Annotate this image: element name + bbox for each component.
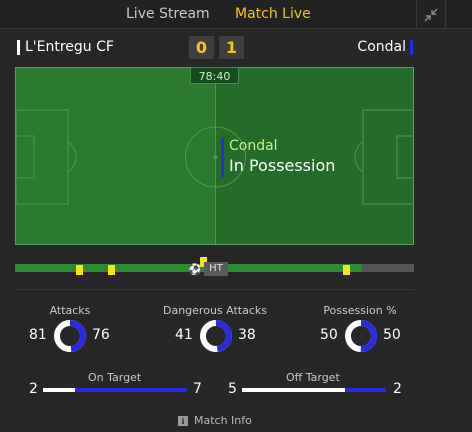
on-target-away-fill <box>75 388 187 392</box>
attacks-label: Attacks <box>49 304 91 317</box>
away-team-name: Condal <box>357 39 406 55</box>
info-icon: i <box>178 415 188 426</box>
match-info-label: Match Info <box>194 414 252 427</box>
off-target-away: 2 <box>393 381 402 397</box>
dangerous-attacks-label: Dangerous Attacks <box>163 304 267 317</box>
collapse-button[interactable] <box>416 0 445 29</box>
yellow-card-marker <box>107 265 115 275</box>
possession-home: 50 <box>320 327 338 343</box>
match-info-link[interactable]: i Match Info <box>178 414 252 427</box>
halftime-marker: HT <box>204 262 228 276</box>
attacks-ring <box>54 320 86 352</box>
collapse-arrows-icon <box>424 8 438 21</box>
off-target-away-fill <box>344 388 386 392</box>
away-score: 1 <box>219 36 244 59</box>
top-right-spacer <box>445 0 472 29</box>
dangerous-attacks-away: 38 <box>238 327 256 343</box>
possession-team: Condal <box>229 138 278 154</box>
away-team-color-bar <box>410 40 413 55</box>
on-target-home: 2 <box>29 381 38 397</box>
football-icon: ⚽ <box>188 263 202 276</box>
tab-live-stream[interactable]: Live Stream <box>126 6 210 22</box>
pitch <box>15 67 414 245</box>
on-target-away: 7 <box>193 381 202 397</box>
possession-color-bar <box>221 137 224 177</box>
attacks-home: 81 <box>29 327 47 343</box>
on-target-label: On Target <box>88 371 142 384</box>
attacks-away: 76 <box>92 327 110 343</box>
possession-away: 50 <box>383 327 401 343</box>
yellow-card-marker <box>343 265 351 275</box>
divider <box>15 289 414 290</box>
home-score: 0 <box>189 36 214 59</box>
home-team-name: L'Entregu CF <box>25 39 114 55</box>
possession-ring <box>345 320 377 352</box>
off-target-home: 5 <box>228 381 237 397</box>
tab-match-live[interactable]: Match Live <box>235 6 311 22</box>
match-clock: 78:40 <box>190 67 239 84</box>
dangerous-attacks-home: 41 <box>175 327 193 343</box>
top-bar: Live Stream Match Live <box>0 0 472 29</box>
pitch-markings <box>16 68 413 244</box>
possession-status: In Possession <box>229 156 336 175</box>
off-target-label: Off Target <box>286 371 340 384</box>
yellow-card-marker <box>75 265 83 275</box>
dangerous-attacks-ring <box>200 320 232 352</box>
possession-label: Possession % <box>323 304 397 317</box>
home-team-color-bar <box>17 40 20 55</box>
